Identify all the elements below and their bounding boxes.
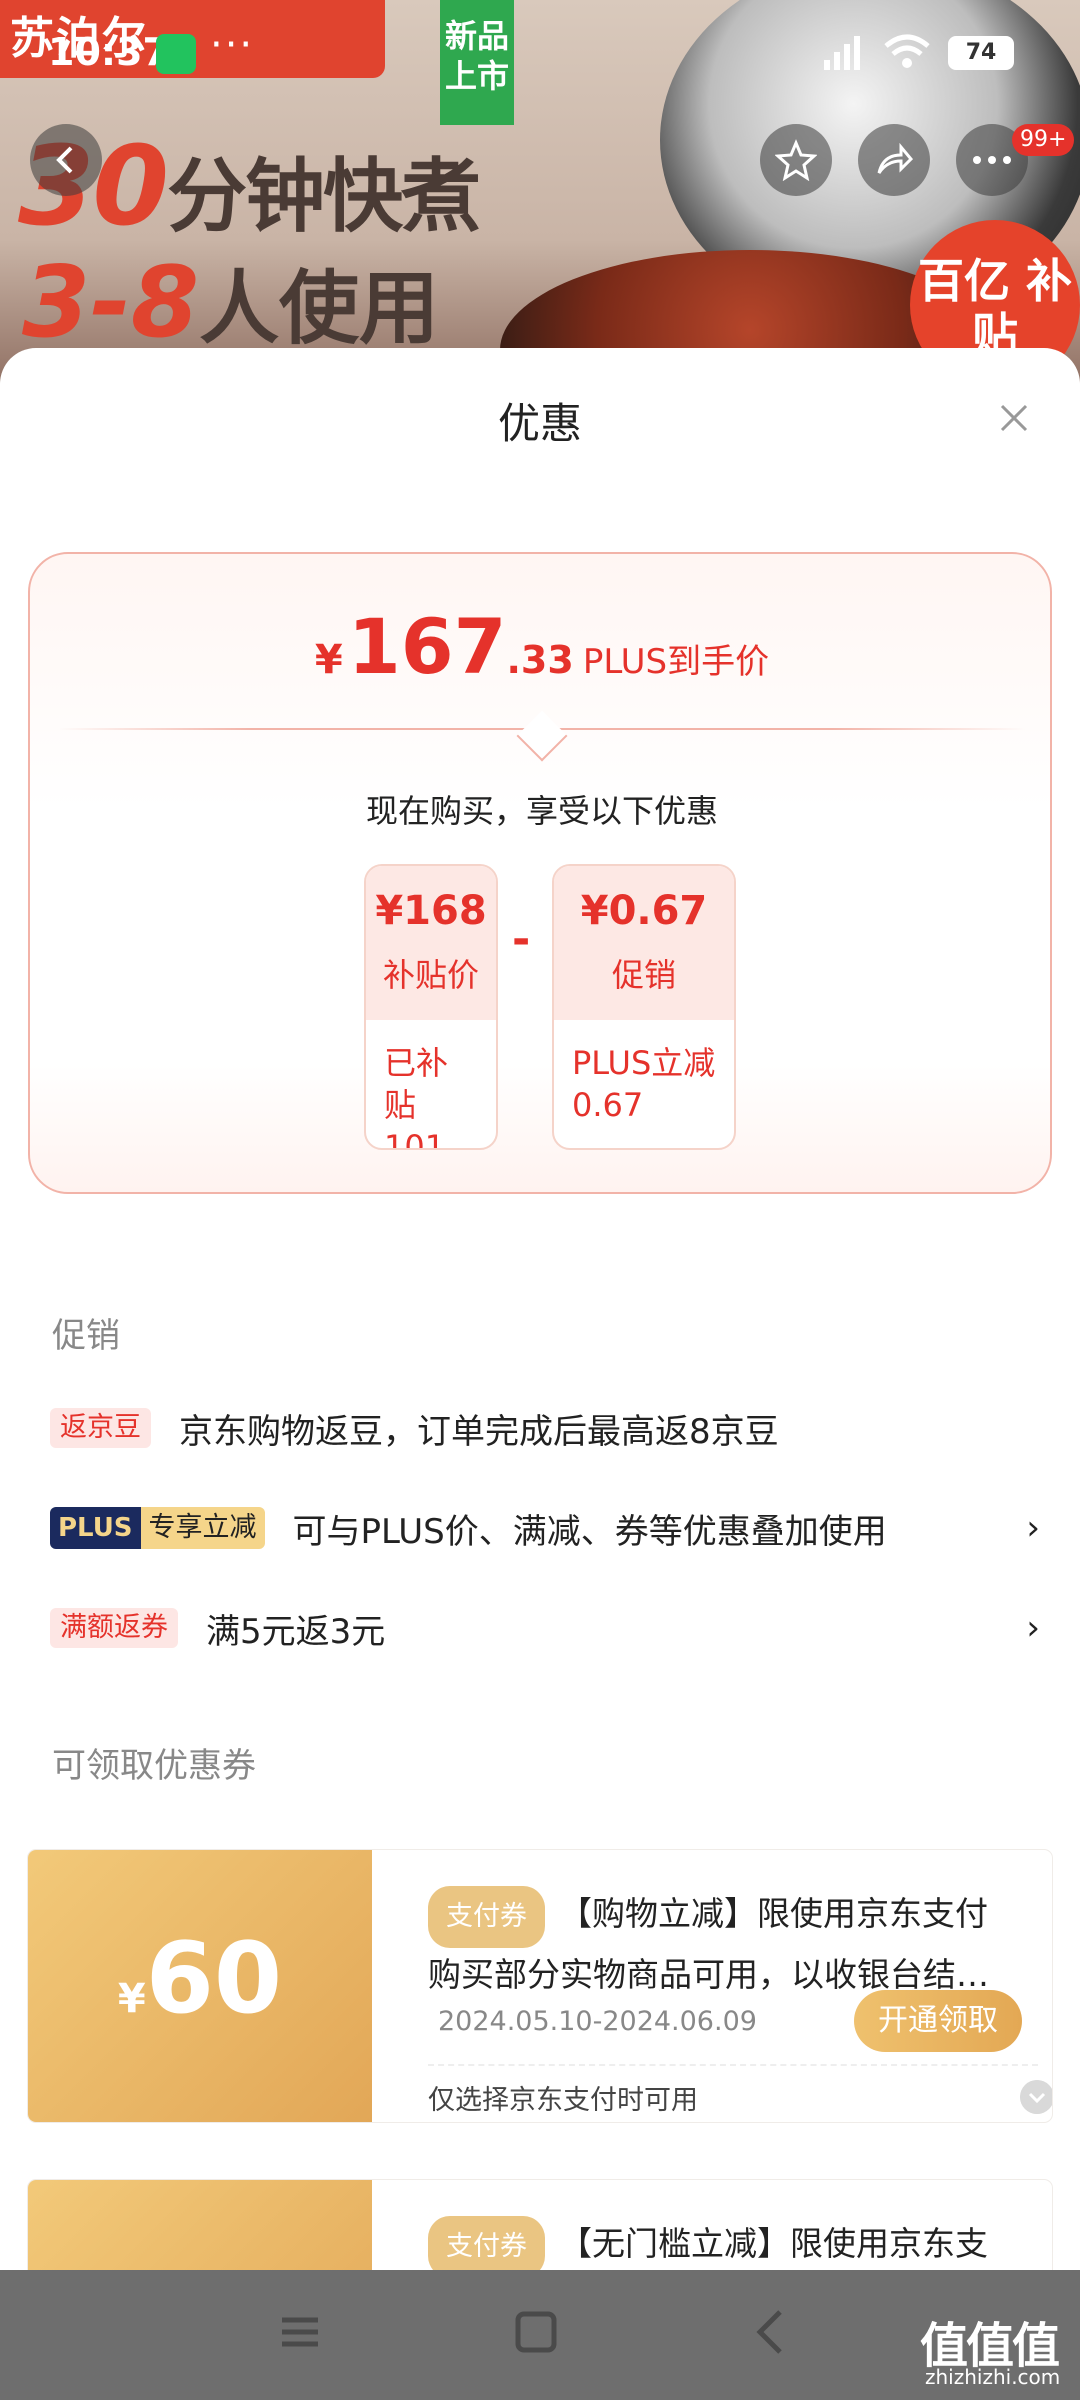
battery-indicator: 74 — [948, 36, 1014, 70]
promotions-section-title: 促销 — [52, 1316, 120, 1356]
more-notifications-icon: ··· — [210, 22, 255, 68]
back-icon[interactable] — [742, 2302, 802, 2362]
coupon-value: ¥60 — [28, 1922, 372, 2036]
wifi-icon — [884, 34, 930, 68]
promo-text: 可与PLUS价、满减、券等优惠叠加使用 — [292, 1511, 887, 1552]
share-button[interactable] — [858, 124, 930, 196]
status-bar: 10:37 ··· 74 — [0, 20, 1080, 90]
system-nav-bar — [0, 2270, 1080, 2400]
coupon-value-panel — [28, 2180, 372, 2270]
slogan-line2-number: 3-8 — [22, 246, 200, 360]
coupon-title-line1: 【购物立减】限使用京东支付 — [559, 1894, 988, 1933]
status-time: 10:37 — [48, 30, 169, 74]
subsidy-price-card: ¥168 补贴价 已补贴 101 — [364, 864, 498, 1150]
slogan-line2: 3-8人使用 — [22, 244, 439, 360]
home-icon[interactable] — [506, 2302, 566, 2362]
more-dots-icon — [973, 156, 1011, 164]
watermark-url: zhizhizhi.com — [925, 2365, 1061, 2389]
minus-sign: - — [512, 914, 531, 965]
coupons-section-title: 可领取优惠券 — [52, 1746, 256, 1786]
subsidy-detail-value: 101 — [384, 1128, 446, 1150]
promotion-detail-value: 0.67 — [572, 1086, 644, 1124]
coupon-note: 仅选择京东支付时可用 — [428, 2085, 698, 2116]
promotion-label: 促销 — [611, 956, 676, 994]
promo-text: 京东购物返豆，订单完成后最高返8京豆 — [179, 1411, 779, 1452]
plus-tag-part: PLUS — [50, 1507, 141, 1549]
back-arrow-icon — [56, 146, 73, 174]
sheet-title: 优惠 — [497, 399, 582, 448]
signal-icon — [824, 36, 860, 70]
exclusive-discount-tag-part: 专享立减 — [140, 1507, 265, 1549]
promo-row-coupon-return[interactable]: 满额返券 满5元返3元 › — [50, 1598, 1040, 1658]
coupon-value-panel: ¥60 — [28, 1850, 372, 2122]
slogan-line2-text: 人使用 — [199, 262, 440, 355]
message-count-badge: 99+ — [1012, 124, 1075, 156]
coupon-validity-date: 2024.05.10-2024.06.09 — [438, 2006, 757, 2037]
promotion-card: ¥0.67 促销 PLUS立减 0.67 — [552, 864, 736, 1150]
enjoy-text: 现在购买，享受以下优惠 — [365, 792, 718, 830]
plus-exclusive-tag: PLUS 专享立减 — [50, 1507, 265, 1549]
claim-coupon-button[interactable]: 开通领取 — [854, 1990, 1022, 2052]
favorite-button[interactable] — [760, 124, 832, 196]
coupon-title: 支付券 【无门槛立减】限使用京东支 — [428, 2216, 1038, 2270]
subsidy-price-amount: ¥168 — [375, 888, 487, 934]
coupon-detail-panel: 支付券 【购物立减】限使用京东支付 购买部分实物商品可用，以收银台结… 2024.… — [372, 1850, 1052, 2122]
promo-tag: 满额返券 — [50, 1608, 178, 1648]
subsidy-detail-label: 已补贴 — [384, 1044, 449, 1124]
back-button[interactable] — [30, 124, 102, 196]
coupon-currency: ¥ — [117, 1976, 146, 2022]
plus-price-card: ¥ 167.33 PLUS到手价 现在购买，享受以下优惠 ¥168 补贴价 已补… — [28, 552, 1052, 1194]
plus-final-price: ¥ 167.33 PLUS到手价 — [30, 602, 1054, 691]
coupon-title: 支付券 【购物立减】限使用京东支付 购买部分实物商品可用，以收银台结… — [428, 1886, 1038, 2002]
share-icon — [877, 142, 914, 174]
coupon-title-line2: 购买部分实物商品可用，以收银台结… — [428, 1955, 989, 1994]
coupon-detail-panel: 支付券 【无门槛立减】限使用京东支 — [372, 2180, 1052, 2270]
promo-tag: 返京豆 — [50, 1408, 151, 1448]
currency-symbol: ¥ — [314, 637, 343, 683]
promo-row-plus[interactable]: PLUS 专享立减 可与PLUS价、满减、券等优惠叠加使用 › — [50, 1498, 1040, 1558]
wechat-icon — [156, 34, 196, 74]
divider-notch — [516, 710, 568, 762]
coupon-card: 支付券 【无门槛立减】限使用京东支 — [28, 2180, 1052, 2270]
price-decimal: .33 — [506, 638, 574, 682]
promotion-detail-label: PLUS立减 — [572, 1044, 716, 1082]
coupon-card: ¥60 支付券 【购物立减】限使用京东支付 购买部分实物商品可用，以收银台结… 2… — [28, 1850, 1052, 2122]
subsidy-price-label: 补贴价 — [382, 956, 479, 994]
price-label: PLUS到手价 — [582, 642, 770, 682]
expand-chevron-icon[interactable] — [1020, 2080, 1052, 2114]
coupon-amount: 60 — [145, 1922, 283, 2036]
discount-sheet: 优惠 ¥ 167.33 PLUS到手价 现在购买，享受以下优惠 ¥168 补贴价… — [0, 348, 1080, 2270]
coupon-divider — [428, 2064, 1038, 2066]
price-integer: 167 — [347, 602, 507, 691]
promotion-amount: ¥0.67 — [580, 888, 708, 934]
payment-coupon-tag: 支付券 — [428, 2216, 545, 2270]
payment-coupon-tag: 支付券 — [428, 1886, 545, 1948]
chevron-right-icon: › — [1026, 1608, 1040, 1648]
close-icon[interactable] — [988, 392, 1040, 444]
coupon-title-line1: 【无门槛立减】限使用京东支 — [559, 2224, 988, 2263]
promo-text: 满5元返3元 — [206, 1611, 386, 1652]
promo-row-jingdou: 返京豆 京东购物返豆，订单完成后最高返8京豆 — [50, 1398, 1040, 1458]
slogan-line1-text: 分钟快煮 — [167, 150, 481, 243]
chevron-right-icon: › — [1026, 1508, 1040, 1548]
star-icon — [775, 139, 817, 181]
menu-icon[interactable] — [270, 2302, 330, 2362]
